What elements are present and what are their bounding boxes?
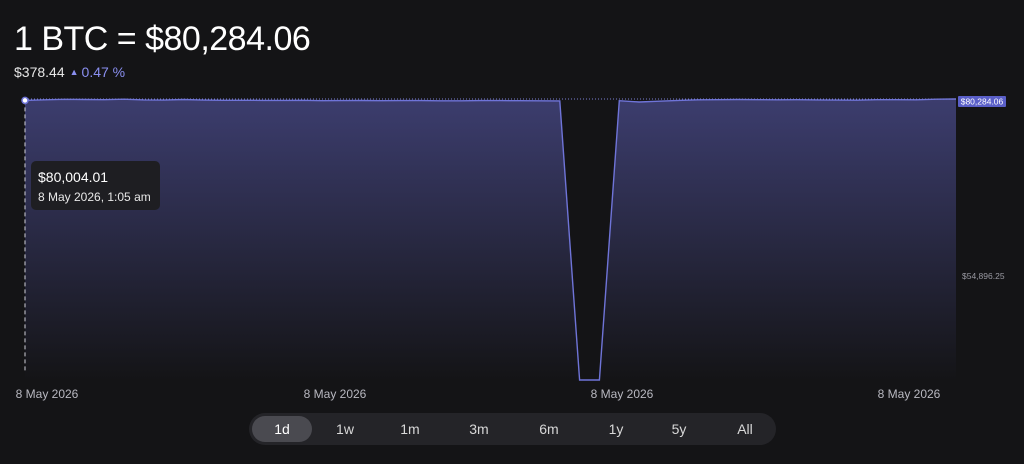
- y-tick-label-max: $80,284.06: [961, 97, 1004, 107]
- x-tick-label: 8 May 2026: [304, 387, 367, 401]
- x-tick-label: 8 May 2026: [591, 387, 654, 401]
- x-tick-label: 8 May 2026: [878, 387, 941, 401]
- range-button-6m[interactable]: 6m: [519, 416, 579, 442]
- x-tick-label: 8 May 2026: [16, 387, 79, 401]
- range-selector: 1d 1w 1m 3m 6m 1y 5y All: [249, 413, 776, 445]
- tooltip-value: $80,004.01: [38, 169, 109, 185]
- range-button-3m[interactable]: 3m: [449, 416, 509, 442]
- range-button-1w[interactable]: 1w: [315, 416, 375, 442]
- range-button-1m[interactable]: 1m: [380, 416, 440, 442]
- range-button-1d[interactable]: 1d: [252, 416, 312, 442]
- range-button-1y[interactable]: 1y: [586, 416, 646, 442]
- price-area-fill: [25, 99, 956, 381]
- price-tooltip: $80,004.01 8 May 2026, 1:05 am: [31, 161, 160, 210]
- y-tick-label-mid: $54,896.25: [962, 271, 1005, 281]
- range-button-5y[interactable]: 5y: [649, 416, 709, 442]
- tooltip-date: 8 May 2026, 1:05 am: [38, 190, 151, 204]
- hover-point-marker: [21, 96, 29, 105]
- range-button-all[interactable]: All: [715, 416, 775, 442]
